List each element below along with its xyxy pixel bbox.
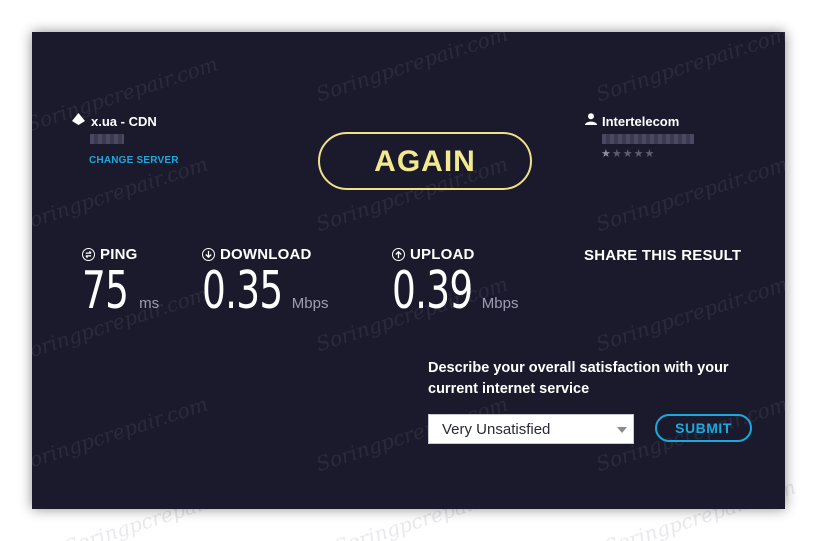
isp-rating-stars[interactable]: ★★★★★ (601, 147, 694, 160)
star-icon[interactable]: ★ (601, 148, 612, 160)
redacted-ip-address (602, 134, 694, 144)
ping-value: 75 (82, 261, 129, 321)
watermark: Soringpcrepair.com (593, 271, 785, 357)
download-arrow-icon (202, 247, 215, 261)
server-name: x.ua - CDN (91, 113, 157, 129)
watermark: Soringpcrepair.com (313, 32, 511, 107)
satisfaction-question: Describe your overall satisfaction with … (428, 360, 729, 397)
server-info: x.ua - CDN CHANGE SERVER (72, 112, 179, 166)
star-icon[interactable]: ★ (612, 148, 623, 160)
share-result-link[interactable]: SHARE THIS RESULT (584, 247, 741, 264)
ping-label: PING (100, 245, 138, 263)
star-icon[interactable]: ★ (645, 148, 656, 160)
star-icon[interactable]: ★ (623, 148, 634, 160)
upload-unit: Mbps (481, 295, 519, 312)
chevron-down-icon (617, 427, 627, 433)
ping-unit: ms (139, 295, 160, 312)
watermark: Soringpcrepair.com (32, 391, 211, 477)
star-icon[interactable]: ★ (634, 148, 645, 160)
isp-info: Intertelecom ★★★★★ (585, 112, 694, 160)
redacted-server-location (90, 134, 124, 144)
download-metric: DOWNLOAD 0.35 Mbps (202, 244, 329, 321)
satisfaction-selected-value: Very Unsatisfied (442, 420, 551, 438)
download-unit: Mbps (291, 295, 329, 312)
droplet-icon (72, 112, 85, 130)
watermark: Soringpcrepair.com (593, 32, 785, 107)
watermark: Soringpcrepair.com (593, 151, 785, 237)
upload-arrow-icon (392, 247, 405, 261)
ping-icon (82, 247, 95, 261)
submit-button[interactable]: SUBMIT (655, 414, 752, 442)
change-server-link[interactable]: CHANGE SERVER (89, 155, 179, 166)
isp-name: Intertelecom (602, 113, 680, 129)
download-label: DOWNLOAD (220, 245, 312, 263)
again-button[interactable]: AGAIN (318, 132, 532, 190)
download-value: 0.35 (202, 261, 283, 321)
upload-metric: UPLOAD 0.39 Mbps (392, 244, 519, 321)
satisfaction-select[interactable]: Very Unsatisfied (428, 414, 634, 444)
user-icon (585, 112, 597, 130)
speedtest-result-panel: Soringpcrepair.com Soringpcrepair.com So… (32, 32, 785, 509)
upload-value: 0.39 (392, 261, 473, 321)
upload-label: UPLOAD (410, 245, 475, 263)
ping-metric: PING 75 ms (82, 244, 160, 321)
